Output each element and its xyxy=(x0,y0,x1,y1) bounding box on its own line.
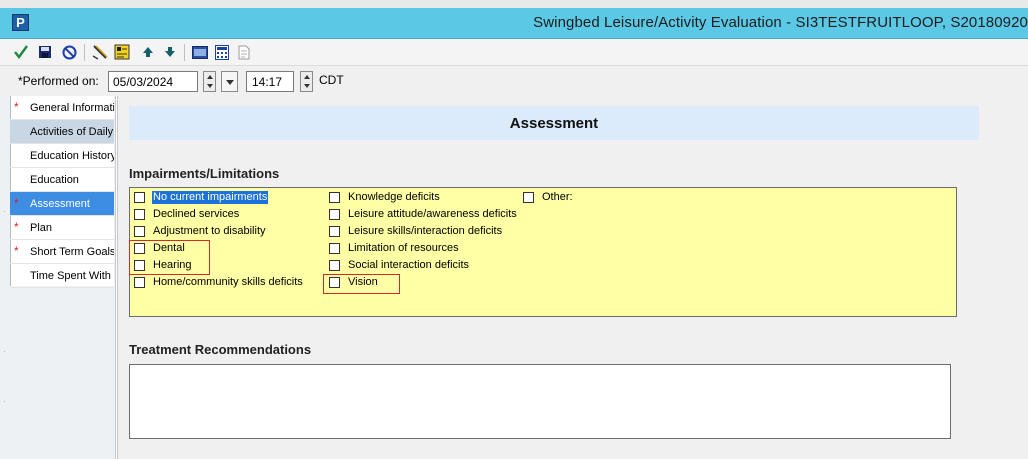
sidebar-item-label: Activities of Daily xyxy=(30,126,114,138)
impairments-label: Impairments/Limitations xyxy=(129,166,280,181)
save-icon[interactable] xyxy=(37,44,53,60)
sidebar-item-short-term-goals[interactable]: * Short Term Goals xyxy=(10,240,114,264)
sidebar-item-general-information[interactable]: * General Information xyxy=(10,96,114,120)
sidebar-item-assessment[interactable]: * Assessment xyxy=(10,192,114,216)
toolbar xyxy=(0,39,1028,66)
checkbox-icon[interactable] xyxy=(329,260,340,271)
required-marker-icon: * xyxy=(14,244,19,258)
checkbox-label: Adjustment to disability xyxy=(153,225,266,237)
pencil-icon[interactable] xyxy=(92,44,108,60)
checkbox-label: Home/community skills deficits xyxy=(153,276,303,288)
app-logo-icon: P xyxy=(12,14,29,31)
highlight-box-vision xyxy=(323,274,400,294)
section-title: Assessment xyxy=(509,115,599,132)
form-icon[interactable] xyxy=(114,44,130,60)
checkbox-label: No current impairments xyxy=(152,191,269,204)
sidebar-item-label: Assessment xyxy=(30,198,90,210)
checkmark-icon[interactable] xyxy=(13,44,29,60)
required-marker-icon: * xyxy=(14,220,19,234)
edge-marker: · xyxy=(3,206,6,216)
checkbox-icon[interactable] xyxy=(134,277,145,288)
treatment-recommendations-field[interactable] xyxy=(129,364,951,439)
toolbar-separator xyxy=(184,44,185,61)
sidebar-item-label: General Information xyxy=(30,102,114,114)
sidebar-item-label: Short Term Goals xyxy=(30,246,114,258)
sidebar: · · · * General Information Activities o… xyxy=(0,96,116,459)
title-bar: P Swingbed Leisure/Activity Evaluation -… xyxy=(0,8,1028,39)
checkbox-label: Leisure skills/interaction deficits xyxy=(348,225,503,237)
section-header: Assessment xyxy=(129,106,979,140)
checkbox-label: Knowledge deficits xyxy=(348,191,440,203)
print-icon[interactable] xyxy=(236,44,252,60)
checkbox-label: Other: xyxy=(542,191,573,203)
checkbox-icon[interactable] xyxy=(329,226,340,237)
highlight-box-dental-hearing xyxy=(129,240,210,275)
content-divider xyxy=(117,96,118,459)
date-field[interactable]: 05/03/2024 xyxy=(108,71,198,92)
performed-on-bar: *Performed on: 05/03/2024 14:17 CDT xyxy=(0,66,1028,96)
sidebar-item-time-spent-with[interactable]: Time Spent With xyxy=(10,264,114,288)
checkbox-label: Limitation of resources xyxy=(348,242,459,254)
sidebar-item-label: Education xyxy=(30,174,79,186)
required-marker-icon: * xyxy=(14,196,19,210)
checkbox-icon[interactable] xyxy=(134,226,145,237)
date-spinner[interactable] xyxy=(203,71,216,92)
calculator-icon[interactable] xyxy=(214,44,230,60)
window-title: Swingbed Leisure/Activity Evaluation - S… xyxy=(533,14,1028,31)
top-strip xyxy=(0,0,1028,8)
cancel-icon[interactable] xyxy=(61,44,77,60)
checkbox-icon[interactable] xyxy=(134,209,145,220)
checkbox-label: Social interaction deficits xyxy=(348,259,470,271)
performed-on-label: *Performed on: xyxy=(18,74,99,88)
sidebar-item-education[interactable]: Education xyxy=(10,168,114,192)
toolbar-separator xyxy=(84,44,85,61)
sidebar-item-label: Plan xyxy=(30,222,53,234)
edge-marker: · xyxy=(3,396,6,406)
sidebar-item-label: Time Spent With xyxy=(30,270,111,282)
time-spinner[interactable] xyxy=(300,71,313,92)
checkbox-label: Declined services xyxy=(153,208,240,220)
content-area: Assessment Impairments/Limitations No cu… xyxy=(117,96,1028,459)
checkbox-icon[interactable] xyxy=(523,192,534,203)
sidebar-item-plan[interactable]: * Plan xyxy=(10,216,114,240)
arrow-up-icon[interactable] xyxy=(140,44,156,60)
edge-marker: · xyxy=(3,346,6,356)
impairments-group: No current impairments Declined services… xyxy=(129,187,957,317)
arrow-down-icon[interactable] xyxy=(162,44,178,60)
date-dropdown[interactable] xyxy=(221,71,238,92)
sidebar-item-label: Education History xyxy=(30,150,114,162)
checkbox-label: Leisure attitude/awareness deficits xyxy=(348,208,517,220)
sidebar-item-education-history[interactable]: Education History xyxy=(10,144,114,168)
sidebar-item-activities-of-daily[interactable]: Activities of Daily xyxy=(10,120,114,144)
keyboard-icon[interactable] xyxy=(192,44,208,60)
time-field[interactable]: 14:17 xyxy=(246,71,294,92)
checkbox-icon[interactable] xyxy=(134,192,145,203)
checkbox-icon[interactable] xyxy=(329,243,340,254)
treatment-label: Treatment Recommendations xyxy=(129,342,312,357)
required-marker-icon: * xyxy=(14,100,19,114)
timezone-label: CDT xyxy=(319,73,344,87)
checkbox-icon[interactable] xyxy=(329,209,340,220)
checkbox-icon[interactable] xyxy=(329,192,340,203)
